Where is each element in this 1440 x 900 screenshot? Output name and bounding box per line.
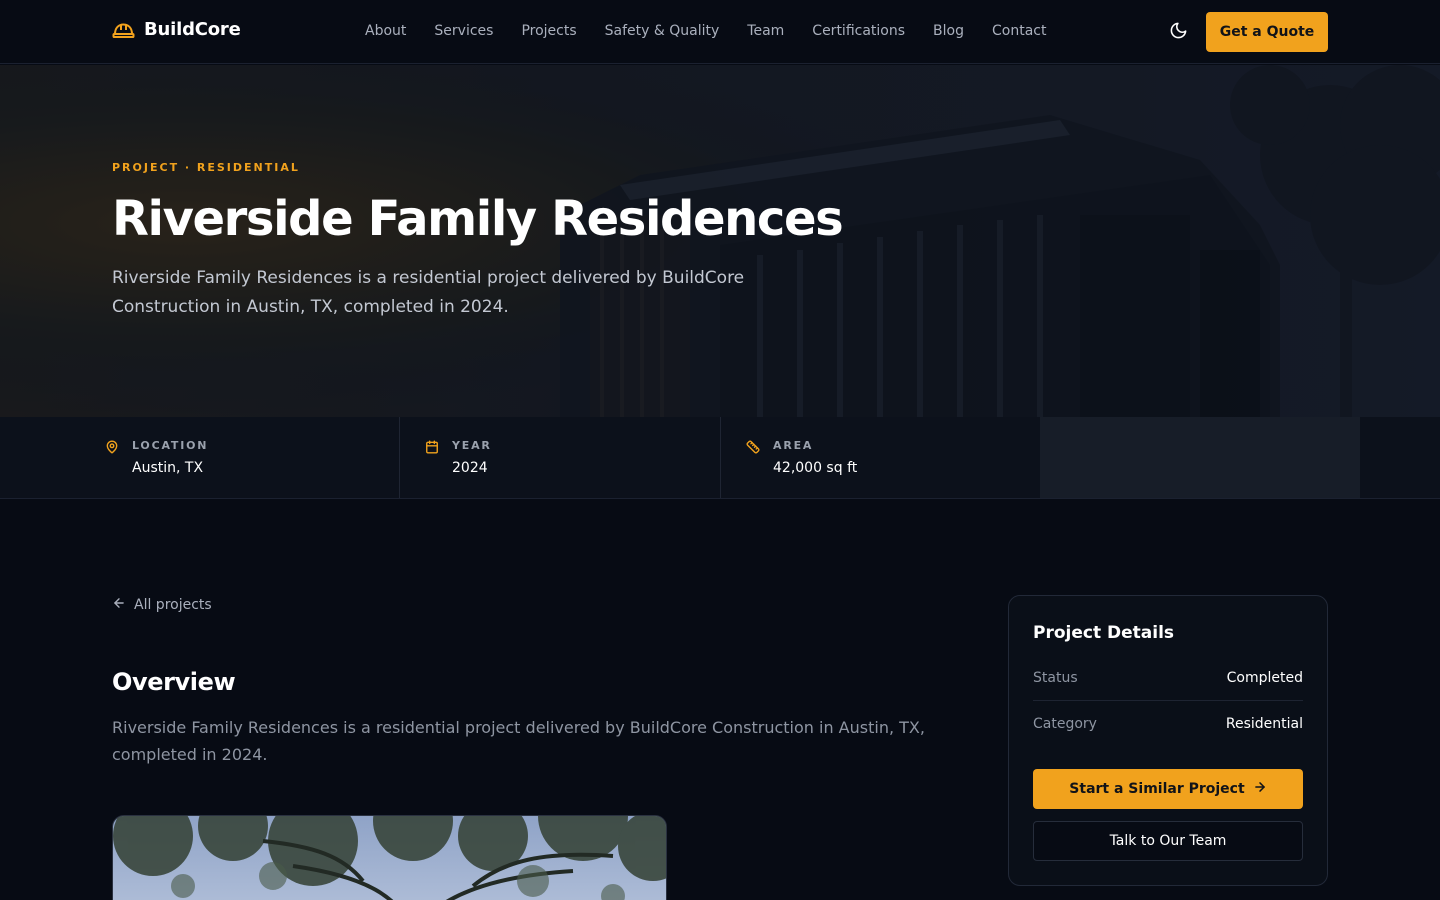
stat-value: 42,000 sq ft [773, 460, 858, 476]
top-navbar: BuildCore About Services Projects Safety… [0, 0, 1440, 64]
arrow-left-icon [112, 596, 126, 614]
main-nav: About Services Projects Safety & Quality… [365, 23, 1046, 39]
talk-to-team-button[interactable]: Talk to Our Team [1033, 821, 1303, 861]
project-details-card: Project Details Status Completed Categor… [1008, 595, 1328, 886]
detail-value: Completed [1226, 670, 1303, 686]
details-card-title: Project Details [1033, 623, 1175, 643]
nav-link-about[interactable]: About [365, 23, 406, 39]
page-title: Riverside Family Residences [112, 191, 844, 247]
overview-heading: Overview [112, 668, 236, 696]
detail-row-status: Status Completed [1033, 656, 1303, 701]
calendar-icon [425, 439, 439, 454]
stat-area: AREA 42,000 sq ft [746, 417, 1040, 498]
project-stats-bar: LOCATION Austin, TX YEAR 2024 AREA 42,00… [0, 417, 1440, 499]
ruler-icon [746, 439, 760, 454]
nav-link-contact[interactable]: Contact [992, 23, 1046, 39]
project-category-eyebrow: PROJECT · RESIDENTIAL [112, 161, 300, 174]
nav-link-services[interactable]: Services [434, 23, 493, 39]
nav-link-projects[interactable]: Projects [521, 23, 576, 39]
stat-value: 2024 [452, 460, 488, 476]
stat-label: AREA [773, 439, 814, 452]
button-label: Start a Similar Project [1069, 781, 1245, 797]
nav-link-safety-quality[interactable]: Safety & Quality [605, 23, 720, 39]
hero-description: Riverside Family Residences is a residen… [112, 268, 745, 317]
back-link-label: All projects [134, 597, 212, 613]
nav-link-blog[interactable]: Blog [933, 23, 964, 39]
stat-label: YEAR [452, 439, 492, 452]
start-similar-project-button[interactable]: Start a Similar Project [1033, 769, 1303, 809]
brand-name: BuildCore [144, 19, 241, 40]
detail-value: Residential [1225, 715, 1303, 732]
map-pin-icon [105, 439, 119, 454]
all-projects-back-link[interactable]: All projects [112, 596, 212, 614]
stat-year: YEAR 2024 [425, 417, 721, 498]
stat-placeholder-panel [1040, 417, 1360, 498]
get-a-quote-button[interactable]: Get a Quote [1206, 12, 1328, 52]
moon-icon [1169, 21, 1188, 44]
theme-toggle-button[interactable] [1166, 20, 1190, 44]
stat-value: Austin, TX [132, 460, 204, 476]
stat-location: LOCATION Austin, TX [105, 417, 400, 498]
brand-logo[interactable]: BuildCore [112, 19, 241, 40]
hero-banner: PROJECT · RESIDENTIAL Riverside Family R… [0, 65, 1440, 417]
detail-row-category: Category Residential [1033, 701, 1303, 746]
detail-key: Status [1033, 670, 1078, 686]
hard-hat-icon [112, 21, 135, 39]
overview-text: Riverside Family Residences is a residen… [112, 718, 925, 764]
nav-link-team[interactable]: Team [747, 23, 784, 39]
stat-label: LOCATION [132, 439, 209, 452]
detail-key: Category [1033, 715, 1097, 732]
nav-link-certifications[interactable]: Certifications [812, 23, 905, 39]
project-photo [112, 815, 667, 900]
arrow-right-icon [1253, 780, 1267, 798]
